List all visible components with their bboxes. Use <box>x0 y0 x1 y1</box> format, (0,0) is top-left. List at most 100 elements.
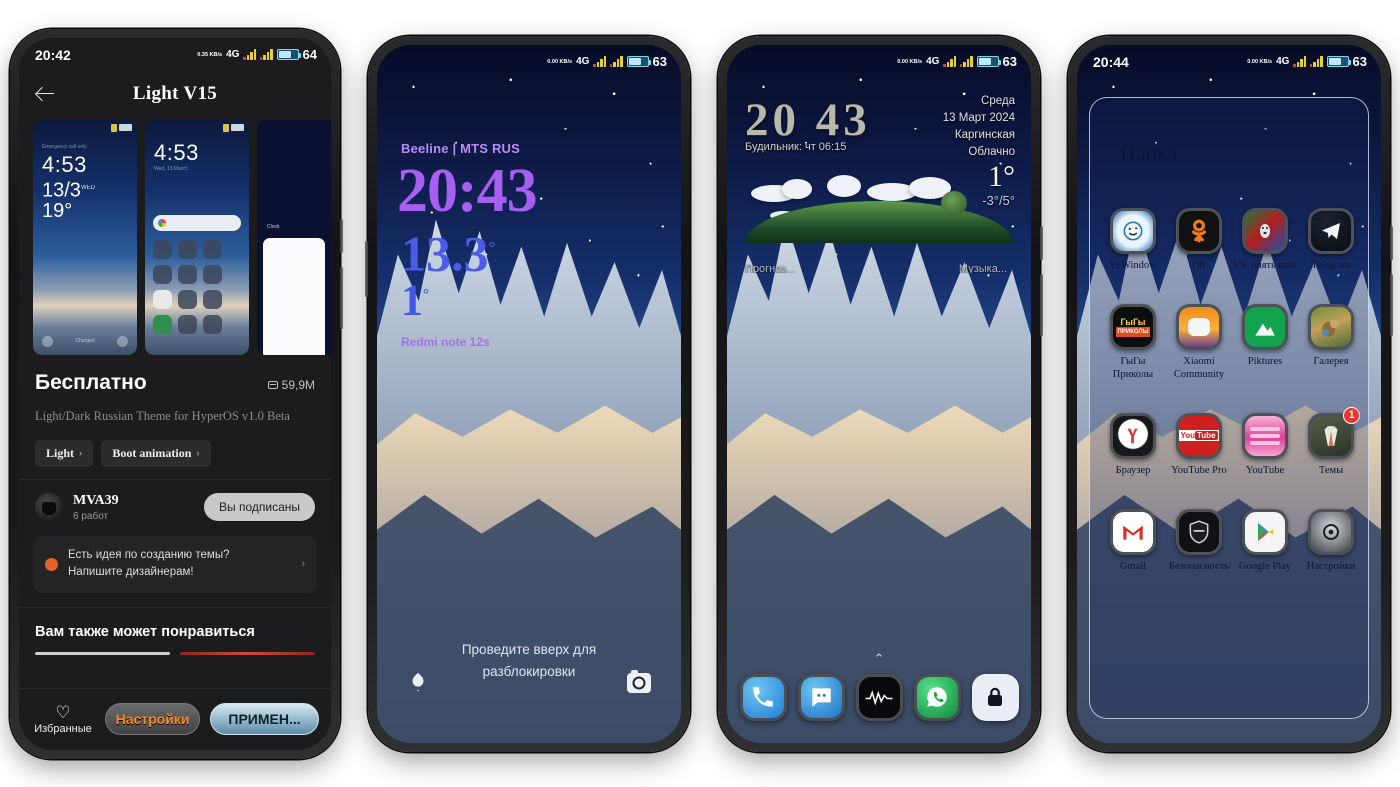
lock-clock[interactable]: 20:43 <box>397 160 538 222</box>
messaging-app-icon[interactable] <box>797 673 845 721</box>
app-label: Gmail <box>1119 560 1147 572</box>
volume-button[interactable] <box>1390 225 1393 260</box>
preview-thumb-lockscreen[interactable]: Emergency call only 4:53 13/3WED 19° Cha… <box>33 119 137 355</box>
vk-icon <box>1242 207 1288 254</box>
flashlight-icon[interactable] <box>407 671 429 693</box>
app-label: YouTube <box>1245 464 1285 476</box>
app-label: Google Play <box>1238 560 1292 572</box>
battery-icon <box>276 49 301 60</box>
status-bar: 20:44 0.00 KB/s 4G 63 <box>1077 45 1381 79</box>
volume-button[interactable] <box>340 218 343 253</box>
app-security[interactable]: Безопасность <box>1166 508 1232 573</box>
widget-alarm[interactable]: Будильник: чт 06:15 <box>745 141 846 153</box>
settings-button[interactable]: Настройки <box>105 703 201 735</box>
cloud-icon <box>827 174 862 197</box>
preview-thumbnails[interactable]: Emergency call only 4:53 13/3WED 19° Cha… <box>19 116 331 355</box>
pulse-app-icon[interactable] <box>855 673 903 721</box>
thumb-date: 13/3WED <box>42 178 95 200</box>
app-yandex-browser[interactable]: Браузер <box>1100 412 1166 477</box>
app-google-play[interactable]: Google Play <box>1232 508 1298 573</box>
app-youtube[interactable]: YouTube <box>1232 412 1298 477</box>
app-label: ОК <box>1191 259 1207 271</box>
volume-button[interactable] <box>365 240 368 297</box>
also-item-1[interactable] <box>35 652 170 656</box>
widget-clock[interactable]: 20 43 <box>745 96 871 144</box>
download-size-icon <box>267 380 278 389</box>
app-piktures[interactable]: Piktures <box>1232 303 1298 381</box>
phone-1-theme-store: 20:42 0.35 KB/s 4G 64 Light V15 Emergenc… <box>10 28 343 759</box>
degree-icon: ° <box>423 286 429 303</box>
app-telegram[interactable]: Telegram <box>1298 207 1364 272</box>
music-label[interactable]: Музыка... <box>959 263 1007 273</box>
thumb-weekday: WED <box>80 184 95 191</box>
forecast-label[interactable]: Прогноз... <box>745 263 795 273</box>
phone-app-icon[interactable] <box>739 673 787 721</box>
swipe-up-caret-icon: ⌃ <box>873 650 885 666</box>
battery-percent: 63 <box>652 54 667 69</box>
signal-bars-sim2 <box>259 49 273 60</box>
status-icons: 0.00 KB/s 4G 63 <box>547 54 667 69</box>
thumb-emergency-text: Emergency call only <box>42 143 87 150</box>
app-label: Xiaomi Community <box>1173 355 1225 380</box>
settings-icon <box>1308 508 1354 555</box>
theme-description: Light/Dark Russian Theme for HyperOS v1.… <box>35 408 290 423</box>
google-icon <box>158 218 166 227</box>
designer-idea-banner[interactable]: Есть идея по созданию темы? Напишите диз… <box>33 535 317 594</box>
subscribe-button[interactable]: Вы подписаны <box>204 493 315 521</box>
thumb-camera-icon <box>117 335 128 347</box>
power-button[interactable] <box>1390 273 1393 336</box>
widget-condition: Облачно <box>968 145 1015 158</box>
xiaomi-community-icon <box>1176 303 1222 350</box>
thumb2-app-grid <box>153 239 241 334</box>
thumb2-search-bar <box>153 214 241 231</box>
volume-button[interactable] <box>1040 225 1043 260</box>
app-settings[interactable]: Настройки <box>1298 508 1364 573</box>
chip-boot-animation[interactable]: Boot animation › <box>101 439 211 467</box>
folder-title[interactable]: Папка <box>1120 140 1177 166</box>
preview-thumb-homescreen[interactable]: 4:53 Wed, 13 March <box>145 119 249 355</box>
app-gygy[interactable]: ГыГы ПРИКОЛЫ ГыГы Приколы <box>1100 303 1166 381</box>
gallery-icon <box>1308 303 1354 350</box>
app-ok[interactable]: ОК <box>1166 207 1232 272</box>
thumb3-label-clock: Clock <box>267 223 280 230</box>
preview-thumb-recents[interactable]: Clock Phone Messaging <box>257 119 331 355</box>
lock-app-icon[interactable] <box>971 673 1019 721</box>
thumb-status-icons <box>33 123 137 132</box>
power-button[interactable] <box>340 266 343 329</box>
thumb3-card-clock <box>263 237 325 355</box>
odnoklassniki-icon <box>1176 207 1222 254</box>
apply-button[interactable]: ПРИМЕН... <box>210 703 319 735</box>
favorites-label: Избранные <box>34 722 92 735</box>
whatsapp-app-icon[interactable] <box>913 673 961 721</box>
camera-icon[interactable] <box>627 669 651 693</box>
back-arrow-icon[interactable] <box>33 81 59 107</box>
battery-icon <box>976 56 1001 67</box>
app-label: VK опять mud <box>1232 259 1298 271</box>
app-label: YoWindow <box>1109 259 1157 271</box>
device-name: Redmi note 12s <box>401 334 490 349</box>
youtube-pro-icon: You Tube <box>1176 412 1222 459</box>
yowindow-icon <box>1110 207 1156 254</box>
author-section[interactable]: MVA39 6 работ Вы подписаны <box>19 480 331 530</box>
app-vk[interactable]: VK опять mud <box>1232 207 1298 272</box>
status-time: 20:42 <box>35 46 71 63</box>
variant-chips: Light › Boot animation › <box>35 439 315 467</box>
app-gmail[interactable]: Gmail <box>1100 508 1166 573</box>
file-size: 59,9M <box>267 378 315 392</box>
also-item-2[interactable] <box>180 652 315 656</box>
network-type: 4G <box>1276 56 1290 67</box>
avatar[interactable] <box>35 493 63 521</box>
folder-app-grid: YoWindow ОК VK опять mud Telegram ГыГы П… <box>1100 207 1360 573</box>
app-themes[interactable]: 1 Темы <box>1298 406 1364 477</box>
app-yowindow[interactable]: YoWindow <box>1100 207 1166 272</box>
power-button[interactable] <box>1040 273 1043 336</box>
status-bar: 0.00 KB/s 4G 63 <box>377 45 681 79</box>
phone-2-lock-screen: 0.00 KB/s 4G 63 Beeline | MTS RUS 20:43 … <box>365 35 690 752</box>
app-gallery[interactable]: Галерея <box>1298 303 1364 381</box>
status-time: 20:44 <box>1093 53 1129 70</box>
chip-light[interactable]: Light › <box>35 439 94 467</box>
favorites-button[interactable]: ♡ Избранные <box>31 703 95 735</box>
thumb2-sub: Wed, 13 March <box>154 165 188 172</box>
app-xiaomi-community[interactable]: Xiaomi Community <box>1166 303 1232 381</box>
app-youtube-pro[interactable]: You Tube YouTube Pro <box>1166 412 1232 477</box>
